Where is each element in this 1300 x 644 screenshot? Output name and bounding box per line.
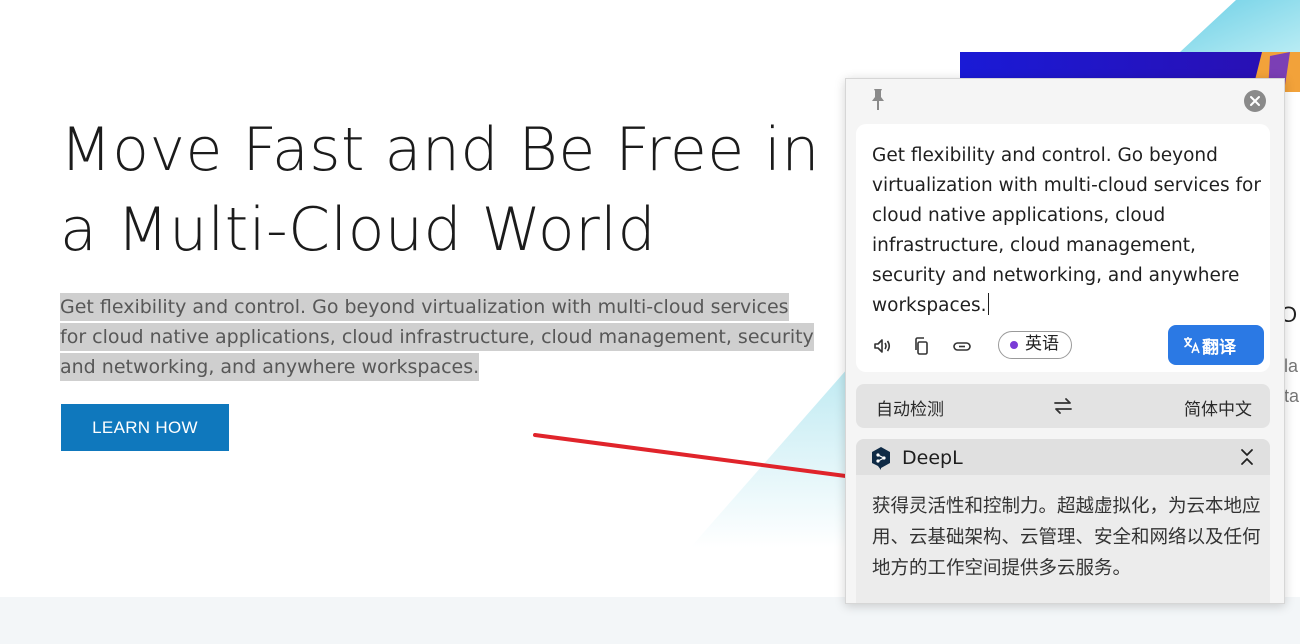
text-caret — [987, 293, 989, 315]
svg-text:ta: ta — [1284, 386, 1300, 406]
target-language-select[interactable]: 简体中文 — [1184, 395, 1252, 420]
svg-text:la: la — [1284, 356, 1299, 376]
translate-button[interactable]: 翻译 — [1168, 325, 1264, 365]
language-selector-bar: 自动检测 简体中文 — [856, 384, 1270, 428]
language-dot — [1010, 341, 1018, 349]
translate-icon — [1184, 337, 1200, 354]
page-bottom-band — [0, 597, 1300, 644]
selected-text-highlight[interactable]: Get flexibility and control. Go beyond v… — [60, 293, 814, 381]
source-text-box[interactable]: Get flexibility and control. Go beyond v… — [856, 124, 1270, 372]
close-icon[interactable] — [1244, 90, 1266, 112]
translate-button-label: 翻译 — [1202, 337, 1236, 357]
hero-title: Move Fast and Be Free in a Multi-Cloud W… — [60, 115, 820, 265]
pin-icon[interactable] — [868, 87, 888, 111]
speaker-icon[interactable] — [872, 336, 892, 356]
engine-name: DeepL — [902, 447, 963, 469]
source-language-select[interactable]: 自动检测 — [876, 395, 944, 420]
collapse-icon[interactable] — [1238, 447, 1256, 467]
link-icon[interactable] — [952, 336, 972, 356]
translator-popup: Get flexibility and control. Go beyond v… — [845, 78, 1285, 604]
learn-how-button[interactable]: LEARN HOW — [61, 404, 229, 451]
hero-description: Get flexibility and control. Go beyond v… — [60, 292, 820, 382]
result-card-header[interactable]: DeepL — [856, 439, 1270, 475]
copy-icon[interactable] — [912, 336, 932, 356]
detected-language-label: 英语 — [1025, 334, 1059, 354]
deepl-result-card: DeepL 获得灵活性和控制力。超越虚拟化，为云本地应用、云基础架构、云管理、安… — [856, 439, 1270, 603]
source-text-input[interactable]: Get flexibility and control. Go beyond v… — [872, 141, 1264, 321]
deepl-logo-icon — [872, 447, 890, 470]
translation-result-text: 获得灵活性和控制力。超越虚拟化，为云本地应用、云基础架构、云管理、安全和网络以及… — [872, 496, 1261, 579]
detected-language-pill[interactable]: 英语 — [998, 331, 1072, 359]
swap-icon[interactable] — [1052, 395, 1074, 417]
